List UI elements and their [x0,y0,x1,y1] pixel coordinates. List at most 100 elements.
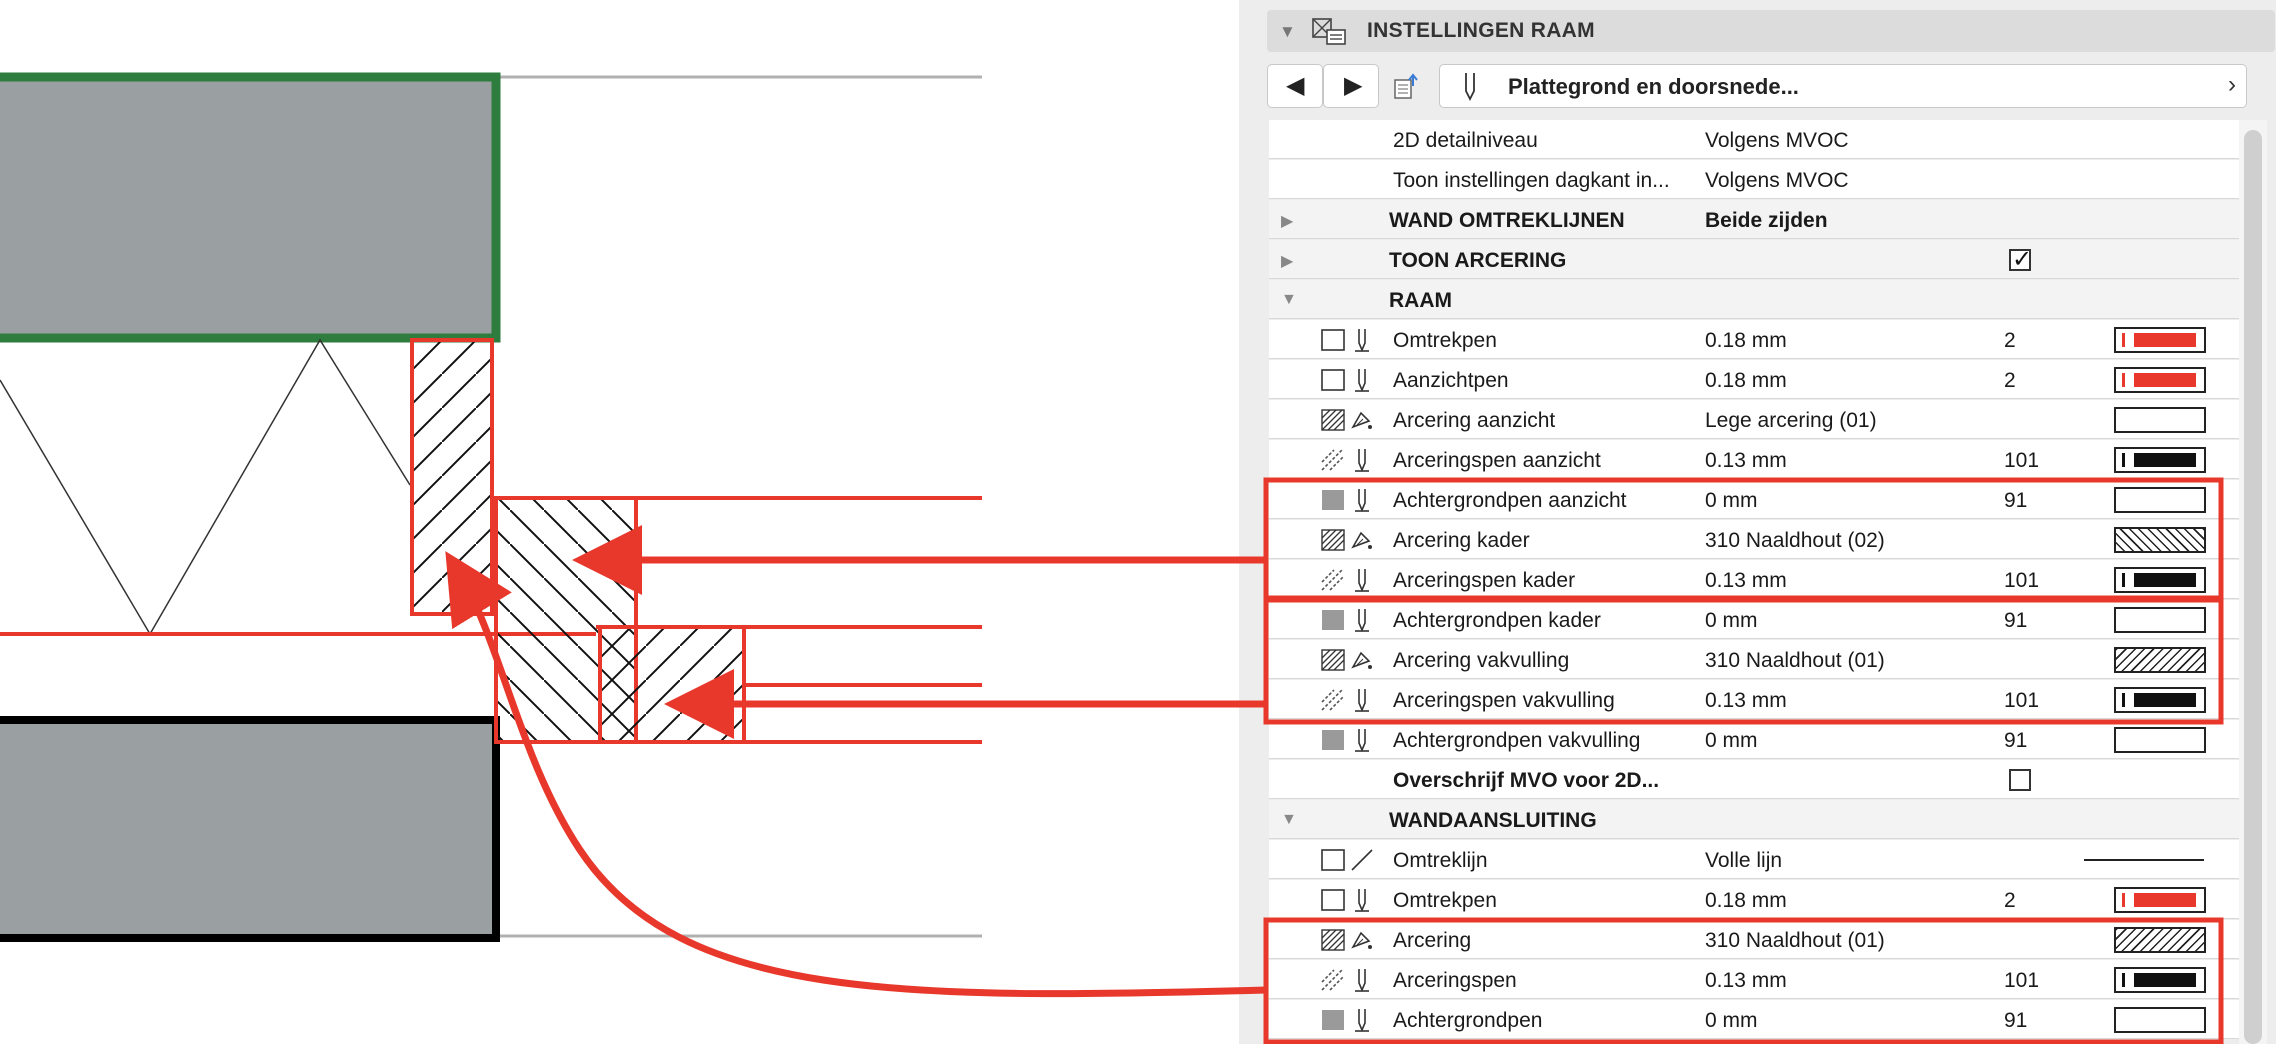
settings-row[interactable]: 101 Arceringspen aanzicht 0.13 mm [1269,440,2239,479]
pen-number[interactable]: 91 [2004,609,2027,633]
line-type-swatch[interactable] [2084,847,2206,873]
hatch-swatch[interactable] [2114,927,2206,953]
setting-value[interactable]: Volle lijn [1705,849,1782,873]
setting-value[interactable]: 0.18 mm [1705,889,1787,913]
settings-row[interactable]: 101 Arceringspen vakvulling 0.13 mm [1269,680,2239,719]
settings-row[interactable]: ▼ WANDAANSLUITING [1269,800,2239,839]
pen-number[interactable]: 101 [2004,449,2039,473]
pen-number[interactable]: 91 [2004,1009,2027,1033]
scrollbar-thumb[interactable] [2244,130,2262,1044]
background-fill-icon [1322,490,1344,510]
setting-name: Omtreklijn [1393,849,1488,872]
chevron-right-icon: › [2228,71,2236,98]
transfer-settings-button[interactable] [1385,64,1429,108]
setting-value[interactable]: 0.13 mm [1705,689,1787,713]
setting-value[interactable]: 0 mm [1705,1009,1758,1033]
setting-value[interactable]: 0.13 mm [1705,449,1787,473]
pen-icon [1355,569,1369,593]
settings-row[interactable]: ▼ RAAM [1269,280,2239,319]
collapsed-triangle-icon[interactable]: ▶ [1281,251,1293,271]
settings-row[interactable]: 101 Arceringspen kader 0.13 mm [1269,560,2239,599]
setting-value[interactable]: 310 Naaldhout (02) [1705,529,1885,553]
hatch-swatch[interactable] [2114,527,2206,553]
hatch-pattern-icon [1321,529,1345,551]
settings-row[interactable]: 2D detailniveau Volgens MVOC [1269,120,2239,159]
settings-row[interactable]: 91 Achtergrondpen 0 mm [1269,1000,2239,1039]
settings-row[interactable]: Arcering aanzicht Lege arcering (01) [1269,400,2239,439]
setting-name: Arceringspen [1393,969,1517,992]
settings-row[interactable]: 2 Aanzichtpen 0.18 mm [1269,360,2239,399]
black-pen-swatch[interactable] [2114,447,2206,473]
show-hatch-checkbox[interactable]: ✓ [2009,246,2032,273]
next-button[interactable]: ▶ [1323,64,1379,108]
settings-row[interactable]: ▶ WAND OMTREKLIJNEN Beide zijden [1269,200,2239,239]
panel-section-selector[interactable]: Plattegrond en doorsnede... › [1439,64,2247,108]
settings-row[interactable]: Arcering vakvulling 310 Naaldhout (01) [1269,640,2239,679]
prev-button[interactable]: ◀ [1267,64,1323,108]
panel-header[interactable]: ▼ INSTELLINGEN RAAM [1267,10,2275,52]
settings-row[interactable]: 91 Achtergrondpen aanzicht 0 mm [1269,480,2239,519]
setting-value[interactable]: Lege arcering (01) [1705,409,1877,433]
red-pen-swatch[interactable] [2114,327,2206,353]
pen-number[interactable]: 2 [2004,889,2016,913]
bottom-wall [0,716,500,942]
black-pen-swatch[interactable] [2114,567,2206,593]
empty-swatch[interactable] [2114,487,2206,513]
settings-row[interactable]: 91 Achtergrondpen vakvulling 0 mm [1269,720,2239,759]
hatch-swatch[interactable] [2114,647,2206,673]
setting-value[interactable]: 0.18 mm [1705,369,1787,393]
expanded-triangle-icon[interactable]: ▼ [1281,811,1297,829]
settings-row[interactable]: 91 Achtergrondpen kader 0 mm [1269,600,2239,639]
black-pen-swatch[interactable] [2114,687,2206,713]
hatch-pattern-icon [1321,929,1345,951]
empty-swatch[interactable] [2114,1007,2206,1033]
section-selector-label: Plattegrond en doorsnede... [1508,74,1799,99]
settings-row[interactable]: Toon instellingen dagkant in... Volgens M… [1269,160,2239,199]
pen-number[interactable]: 91 [2004,729,2027,753]
pen-number[interactable]: 101 [2004,689,2039,713]
settings-row[interactable]: 101 Arceringspen 0.13 mm [1269,960,2239,999]
red-pen-swatch[interactable] [2114,367,2206,393]
settings-row[interactable]: Omtreklijn Volle lijn [1269,840,2239,879]
override-checkbox[interactable] [2009,769,2031,791]
setting-value[interactable]: 310 Naaldhout (01) [1705,649,1885,673]
empty-swatch[interactable] [2114,607,2206,633]
expanded-triangle-icon[interactable]: ▼ [1281,291,1297,309]
pen-number[interactable]: 101 [2004,969,2039,993]
empty-swatch[interactable] [2114,407,2206,433]
settings-row[interactable]: ▶ ✓ TOON ARCERING [1269,240,2239,279]
pen-icon [1355,889,1369,913]
pen-number[interactable]: 2 [2004,329,2016,353]
black-pen-swatch[interactable] [2114,967,2206,993]
setting-value[interactable]: Beide zijden [1705,209,1828,233]
red-pen-swatch[interactable] [2114,887,2206,913]
setting-value[interactable]: 0.13 mm [1705,569,1787,593]
setting-value[interactable]: 0 mm [1705,729,1758,753]
setting-name: Overschrijf MVO voor 2D... [1393,769,1660,792]
fill-tool-icon [1351,411,1372,429]
setting-value[interactable]: 310 Naaldhout (01) [1705,929,1885,953]
setting-value[interactable]: 0 mm [1705,609,1758,633]
pen-number[interactable]: 2 [2004,369,2016,393]
setting-name: Aanzichtpen [1393,369,1509,392]
setting-value[interactable]: 0.18 mm [1705,329,1787,353]
settings-row[interactable]: Overschrijf MVO voor 2D... [1269,760,2239,799]
hatch-pen-icon [1321,689,1345,711]
setting-name: Omtrekpen [1393,329,1497,352]
pen-number[interactable]: 101 [2004,569,2039,593]
setting-value[interactable]: Volgens MVOC [1705,129,1849,153]
collapse-triangle-icon[interactable]: ▼ [1279,22,1296,42]
setting-value[interactable]: 0.13 mm [1705,969,1787,993]
pen-icon [1355,489,1369,513]
hatch-pattern-icon [1321,409,1345,431]
settings-row[interactable]: 2 Omtrekpen 0.18 mm [1269,320,2239,359]
setting-name: Omtrekpen [1393,889,1497,912]
settings-row[interactable]: Arcering 310 Naaldhout (01) [1269,920,2239,959]
settings-row[interactable]: Arcering kader 310 Naaldhout (02) [1269,520,2239,559]
settings-row[interactable]: 2 Omtrekpen 0.18 mm [1269,880,2239,919]
empty-swatch[interactable] [2114,727,2206,753]
pen-number[interactable]: 91 [2004,489,2027,513]
collapsed-triangle-icon[interactable]: ▶ [1281,211,1293,231]
setting-value[interactable]: 0 mm [1705,489,1758,513]
setting-value[interactable]: Volgens MVOC [1705,169,1849,193]
